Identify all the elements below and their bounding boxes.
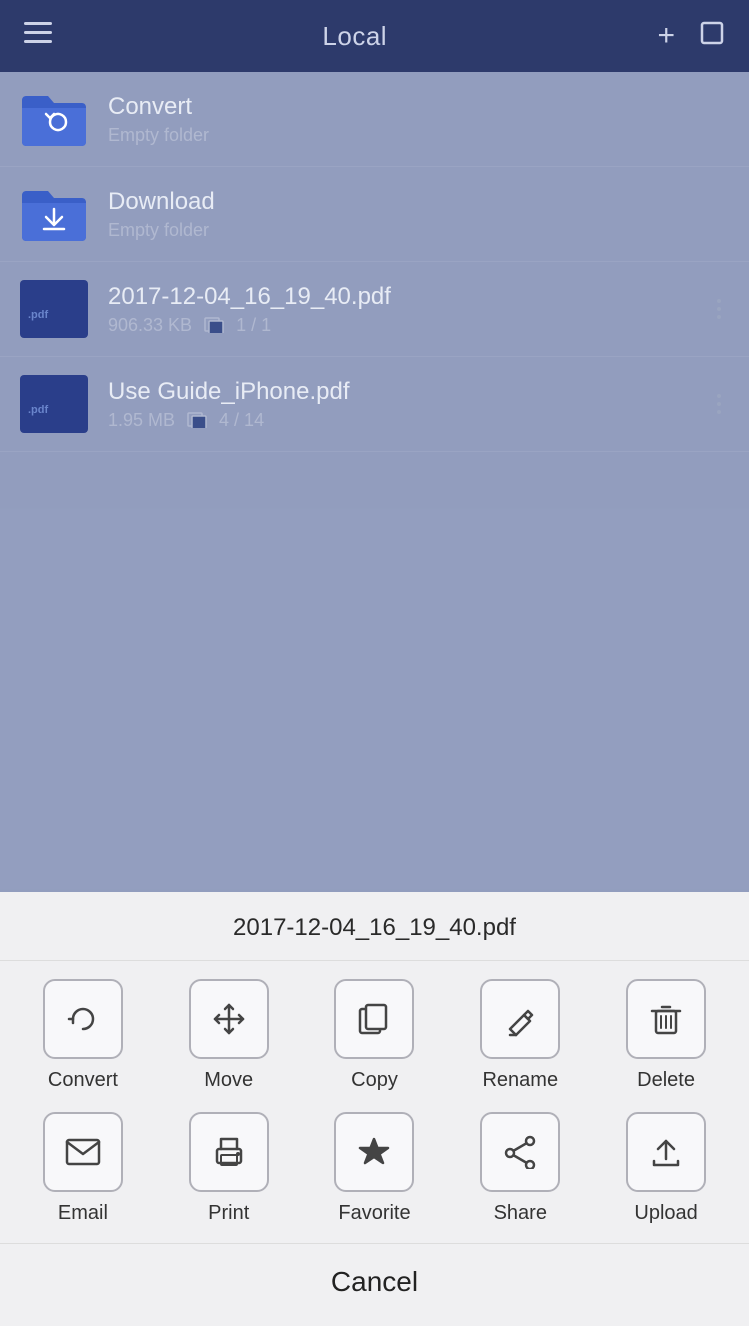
more-options-icon[interactable] — [709, 291, 729, 327]
move-icon — [189, 979, 269, 1059]
favorite-label: Favorite — [338, 1202, 410, 1225]
delete-label: Delete — [637, 1069, 695, 1092]
file-info: Use Guide_iPhone.pdf 1.95 MB 4 / 14 — [108, 378, 709, 431]
file-info: Download Empty folder — [108, 188, 729, 241]
file-name: Use Guide_iPhone.pdf — [108, 378, 709, 406]
delete-button[interactable]: Delete — [606, 979, 726, 1092]
email-icon — [43, 1112, 123, 1192]
folder-icon — [20, 185, 88, 243]
list-item[interactable]: Download Empty folder — [0, 167, 749, 262]
email-button[interactable]: Email — [23, 1112, 143, 1225]
add-icon[interactable]: + — [657, 19, 675, 53]
upload-icon — [626, 1112, 706, 1192]
file-info: Convert Empty folder — [108, 93, 729, 146]
file-name: 2017-12-04_16_19_40.pdf — [108, 283, 709, 311]
print-label: Print — [208, 1202, 249, 1225]
file-size: 1.95 MB — [108, 410, 175, 431]
upload-button[interactable]: Upload — [606, 1112, 726, 1225]
folder-icon — [20, 90, 88, 148]
delete-icon — [626, 979, 706, 1059]
svg-text:.pdf: .pdf — [28, 404, 48, 416]
file-meta-row: 906.33 KB 1 / 1 — [108, 315, 709, 336]
page-title: Local — [322, 21, 387, 52]
pdf-icon: .pdf — [20, 375, 88, 433]
list-item[interactable]: Convert Empty folder — [0, 72, 749, 167]
more-options-icon[interactable] — [709, 386, 729, 422]
file-name: Download — [108, 188, 729, 216]
print-icon — [189, 1112, 269, 1192]
rename-label: Rename — [482, 1069, 558, 1092]
copy-icon — [334, 979, 414, 1059]
rename-button[interactable]: Rename — [460, 979, 580, 1092]
list-item[interactable]: .pdf 2017-12-04_16_19_40.pdf 906.33 KB 1… — [0, 262, 749, 357]
upload-label: Upload — [634, 1202, 697, 1225]
sheet-filename: 2017-12-04_16_19_40.pdf — [0, 892, 749, 961]
action-row-2: Email Print Favorite — [0, 1102, 749, 1243]
file-meta: Empty folder — [108, 125, 729, 146]
convert-button[interactable]: Convert — [23, 979, 143, 1092]
share-button[interactable]: Share — [460, 1112, 580, 1225]
file-name: Convert — [108, 93, 729, 121]
share-icon — [480, 1112, 560, 1192]
cancel-button[interactable]: Cancel — [0, 1243, 749, 1326]
action-row-1: Convert Move C — [0, 961, 749, 1102]
file-list: Convert Empty folder Download Empty fold… — [0, 72, 749, 892]
header: Local + — [0, 0, 749, 72]
convert-icon — [43, 979, 123, 1059]
svg-text:.pdf: .pdf — [28, 309, 48, 321]
file-pages: 4 / 14 — [219, 410, 264, 431]
file-size: 906.33 KB — [108, 315, 192, 336]
file-meta-row: 1.95 MB 4 / 14 — [108, 410, 709, 431]
favorite-icon — [334, 1112, 414, 1192]
list-item[interactable]: .pdf Use Guide_iPhone.pdf 1.95 MB 4 / 14 — [0, 357, 749, 452]
share-label: Share — [494, 1202, 547, 1225]
move-label: Move — [204, 1069, 253, 1092]
print-button[interactable]: Print — [169, 1112, 289, 1225]
file-pages: 1 / 1 — [236, 315, 271, 336]
email-label: Email — [58, 1202, 108, 1225]
header-actions: + — [657, 19, 725, 53]
pdf-icon: .pdf — [20, 280, 88, 338]
copy-button[interactable]: Copy — [314, 979, 434, 1092]
move-button[interactable]: Move — [169, 979, 289, 1092]
convert-label: Convert — [48, 1069, 118, 1092]
bottom-sheet: 2017-12-04_16_19_40.pdf Convert — [0, 892, 749, 1326]
file-meta: Empty folder — [108, 220, 729, 241]
rename-icon — [480, 979, 560, 1059]
file-info: 2017-12-04_16_19_40.pdf 906.33 KB 1 / 1 — [108, 283, 709, 336]
edit-icon[interactable] — [699, 20, 725, 52]
favorite-button[interactable]: Favorite — [314, 1112, 434, 1225]
copy-label: Copy — [351, 1069, 398, 1092]
menu-icon[interactable] — [24, 22, 52, 50]
